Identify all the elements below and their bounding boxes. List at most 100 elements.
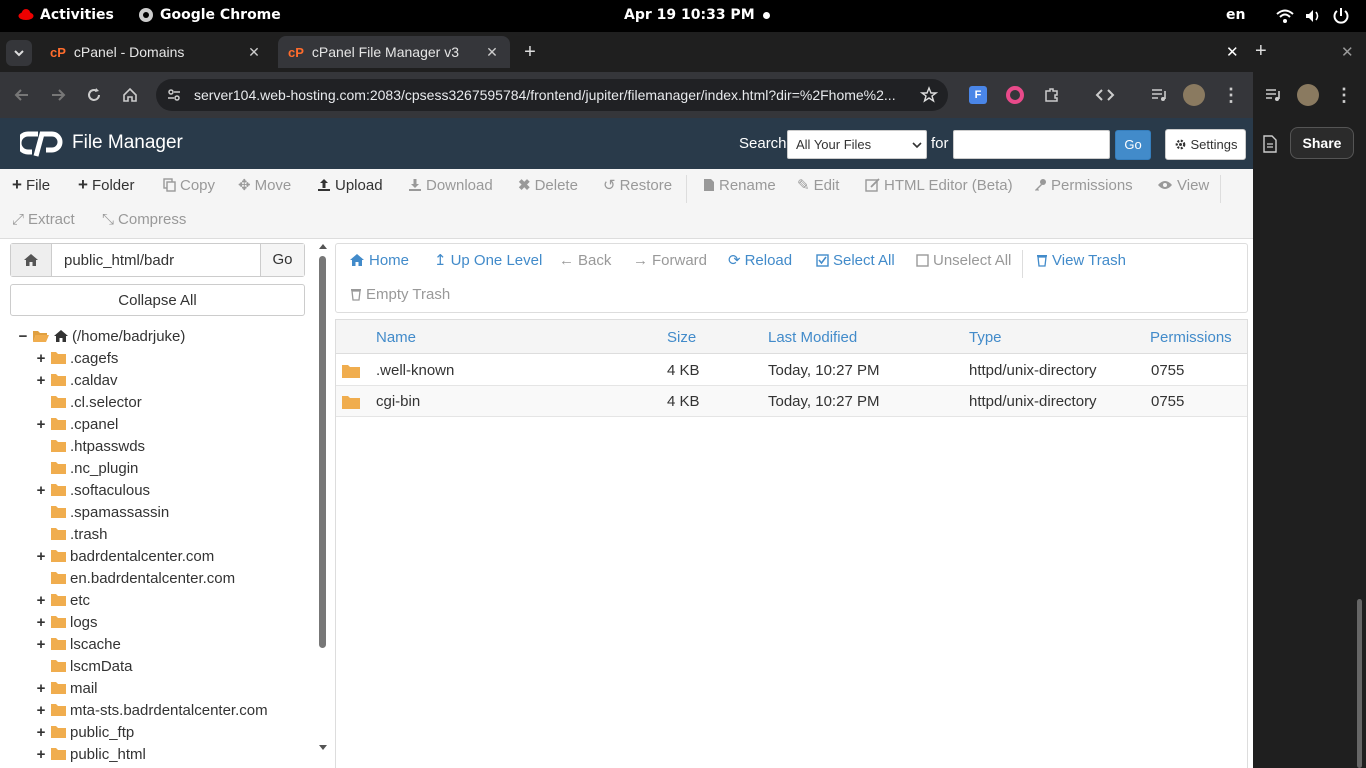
side-scrollbar[interactable] xyxy=(1357,599,1362,768)
upload-button[interactable]: Upload xyxy=(317,169,383,201)
tree-item[interactable]: .nc_plugin xyxy=(34,457,138,479)
side-profile-avatar[interactable] xyxy=(1297,84,1319,106)
tree-item[interactable]: + public_ftp xyxy=(34,721,135,743)
tree-root[interactable]: − (/home/badrjuke) xyxy=(16,325,186,347)
tree-item[interactable]: + public_html xyxy=(34,743,146,765)
column-header-type[interactable]: Type xyxy=(969,329,1002,346)
download-button[interactable]: Download xyxy=(408,169,493,201)
devtools-code-icon[interactable] xyxy=(1093,83,1117,107)
extension-f-icon[interactable]: F xyxy=(969,86,987,104)
clock[interactable]: Apr 19 10:33 PM xyxy=(624,7,755,23)
tree-item[interactable]: .spamassassin xyxy=(34,501,169,523)
edit-button[interactable]: ✎ Edit xyxy=(797,169,839,201)
tree-item[interactable]: + etc xyxy=(34,589,90,611)
copy-button[interactable]: Copy xyxy=(163,169,215,201)
extract-button[interactable]: ⤢ Extract xyxy=(12,203,75,235)
restore-button[interactable]: ↺ Restore xyxy=(603,169,672,201)
expand-toggle[interactable]: + xyxy=(34,636,48,653)
reading-page-icon[interactable] xyxy=(1263,135,1277,153)
expand-toggle[interactable]: + xyxy=(34,746,48,763)
path-go-button[interactable]: Go xyxy=(260,244,304,276)
expand-toggle[interactable]: + xyxy=(34,592,48,609)
tree-item[interactable]: + mail xyxy=(34,677,98,699)
rename-button[interactable]: Rename xyxy=(703,169,776,201)
bookmark-star-icon[interactable] xyxy=(920,86,938,104)
tree-item[interactable]: + mta-sts.badrdentalcenter.com xyxy=(34,699,268,721)
table-row[interactable]: .well-known 4 KB Today, 10:27 PM httpd/u… xyxy=(336,355,1247,386)
menu-kebab-icon[interactable]: ⋮ xyxy=(1219,83,1243,107)
collapse-all-button[interactable]: Collapse All xyxy=(10,284,305,316)
scrollbar-thumb[interactable] xyxy=(319,256,326,648)
home-icon[interactable] xyxy=(118,83,142,107)
forward-icon[interactable] xyxy=(46,83,70,107)
expand-toggle[interactable]: + xyxy=(34,680,48,697)
tree-item[interactable]: + lscache xyxy=(34,633,121,655)
search-input[interactable] xyxy=(953,130,1110,159)
search-scope-select[interactable]: All Your Files xyxy=(787,130,927,159)
expand-toggle[interactable]: + xyxy=(34,702,48,719)
scroll-down-arrow-icon[interactable] xyxy=(318,744,328,752)
table-row[interactable]: cgi-bin 4 KB Today, 10:27 PM httpd/unix-… xyxy=(336,386,1247,417)
column-header-permissions[interactable]: Permissions xyxy=(1150,329,1232,346)
view-button[interactable]: View xyxy=(1157,169,1209,201)
column-header-modified[interactable]: Last Modified xyxy=(768,329,857,346)
media-controls-icon[interactable] xyxy=(1147,83,1171,107)
tab-file-manager[interactable]: cP cPanel File Manager v3 ✕ xyxy=(278,36,510,68)
side-new-tab-icon[interactable]: + xyxy=(1255,40,1267,63)
extension-color-icon[interactable] xyxy=(1006,86,1024,104)
url-bar[interactable]: server104.web-hosting.com:2083/cpsess326… xyxy=(156,79,948,111)
tree-item[interactable]: + .cagefs xyxy=(34,347,119,369)
extensions-puzzle-icon[interactable] xyxy=(1040,83,1064,107)
tree-item[interactable]: .htpasswds xyxy=(34,435,145,457)
permissions-button[interactable]: Permissions xyxy=(1033,169,1133,201)
tree-item[interactable]: + .caldav xyxy=(34,369,118,391)
move-button[interactable]: ✥ Move xyxy=(238,169,291,201)
path-home-button[interactable] xyxy=(11,244,52,276)
expand-toggle[interactable]: + xyxy=(34,482,48,499)
expand-toggle[interactable]: + xyxy=(34,350,48,367)
tree-item[interactable]: .cl.selector xyxy=(34,391,142,413)
unselect-all-button[interactable]: Unselect All xyxy=(916,244,1011,276)
system-tray[interactable] xyxy=(1276,7,1350,25)
back-icon[interactable] xyxy=(10,83,34,107)
tree-item[interactable]: + logs xyxy=(34,611,98,633)
cpanel-logo[interactable]: File Manager xyxy=(20,128,183,158)
compress-button[interactable]: ⤡ Compress xyxy=(102,203,186,235)
tree-item[interactable]: + .cpanel xyxy=(34,413,119,435)
close-icon[interactable]: ✕ xyxy=(246,44,262,60)
path-input[interactable]: public_html/badr xyxy=(52,244,260,276)
select-all-button[interactable]: Select All xyxy=(816,244,895,276)
column-header-name[interactable]: Name xyxy=(376,329,416,346)
reload-icon[interactable] xyxy=(82,83,106,107)
new-tab-button[interactable]: + xyxy=(518,40,542,64)
expand-toggle[interactable]: + xyxy=(34,416,48,433)
side-close-icon[interactable]: ✕ xyxy=(1341,43,1354,61)
activities-button[interactable]: Activities xyxy=(18,7,114,23)
empty-trash-button[interactable]: Empty Trash xyxy=(350,278,450,310)
column-header-size[interactable]: Size xyxy=(667,329,696,346)
nav-back-button[interactable]: ← Back xyxy=(559,244,611,276)
new-file-button[interactable]: + File xyxy=(12,169,50,201)
close-window-icon[interactable]: ✕ xyxy=(1226,43,1239,61)
search-go-button[interactable]: Go xyxy=(1115,130,1151,160)
expand-toggle[interactable]: + xyxy=(34,372,48,389)
new-folder-button[interactable]: + Folder xyxy=(78,169,134,201)
delete-button[interactable]: ✖ Delete xyxy=(518,169,578,201)
tree-item[interactable]: lscmData xyxy=(34,655,133,677)
share-button[interactable]: Share xyxy=(1290,127,1354,159)
tree-item[interactable]: + badrdentalcenter.com xyxy=(34,545,215,567)
tree-item[interactable]: + .softaculous xyxy=(34,479,150,501)
side-menu-icon[interactable]: ⋮ xyxy=(1332,83,1356,107)
scroll-up-arrow-icon[interactable] xyxy=(318,242,328,250)
expand-toggle[interactable]: + xyxy=(34,614,48,631)
collapse-toggle[interactable]: − xyxy=(16,328,30,345)
tab-cpanel-domains[interactable]: cP cPanel - Domains ✕ xyxy=(40,36,272,68)
settings-button[interactable]: Settings xyxy=(1165,129,1246,160)
expand-toggle[interactable]: + xyxy=(34,724,48,741)
expand-toggle[interactable]: + xyxy=(34,548,48,565)
up-one-level-button[interactable]: ↥ Up One Level xyxy=(434,244,542,276)
language-indicator[interactable]: en xyxy=(1226,7,1245,23)
profile-avatar[interactable] xyxy=(1183,84,1205,106)
tree-item[interactable]: .trash xyxy=(34,523,108,545)
close-icon[interactable]: ✕ xyxy=(484,44,500,60)
